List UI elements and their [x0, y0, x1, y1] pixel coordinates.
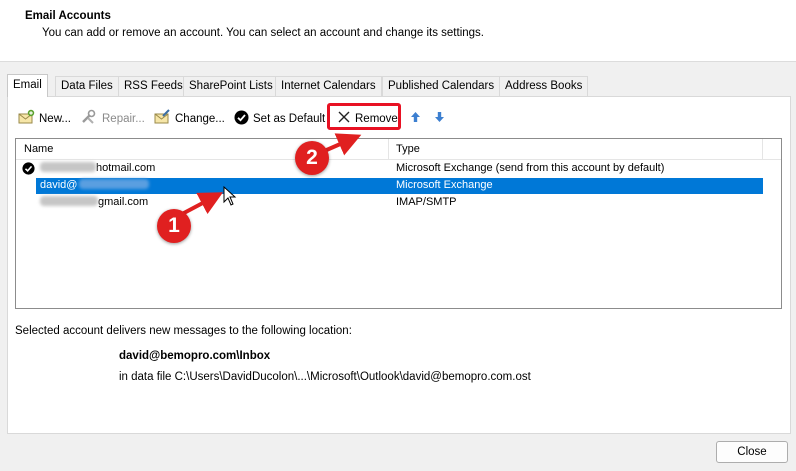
- delivery-folder: david@bemopro.com\Inbox: [119, 350, 271, 362]
- tab-sharepoint-lists[interactable]: SharePoint Lists: [183, 76, 279, 96]
- dialog-title: Email Accounts: [25, 10, 111, 22]
- tab-data-files[interactable]: Data Files: [55, 76, 119, 96]
- new-button[interactable]: New...: [17, 109, 71, 128]
- account-type: Microsoft Exchange: [396, 179, 493, 191]
- dialog-subtitle: You can add or remove an account. You ca…: [42, 27, 484, 39]
- tab-address-books[interactable]: Address Books: [499, 76, 589, 96]
- list-header: Name Type: [16, 139, 781, 160]
- account-name: gmail.com: [40, 196, 148, 208]
- remove-highlight-box: [327, 103, 401, 130]
- checkmark-circle-icon: [234, 110, 249, 128]
- set-as-default-button[interactable]: Set as Default: [234, 110, 325, 127]
- account-list[interactable]: Name Type hotmail.com Microsoft Exchange…: [15, 138, 782, 309]
- list-item[interactable]: hotmail.com Microsoft Exchange (send fro…: [16, 161, 764, 177]
- redacted-email-blur: [79, 179, 150, 189]
- dialog-header: Email Accounts You can add or remove an …: [0, 0, 796, 62]
- new-account-icon: [17, 109, 35, 128]
- close-button[interactable]: Close: [716, 441, 788, 463]
- column-divider[interactable]: [388, 139, 389, 159]
- change-account-icon: [153, 109, 171, 128]
- arrow-up-icon: [410, 111, 421, 126]
- column-header-type[interactable]: Type: [396, 143, 420, 155]
- list-item-selected[interactable]: david@ Microsoft Exchange: [36, 178, 763, 194]
- account-name: david@: [40, 179, 150, 191]
- delivery-data-file: in data file C:\Users\DavidDucolon\...\M…: [119, 371, 531, 383]
- step-badge-1: 1: [157, 209, 191, 243]
- step-badge-2: 2: [295, 141, 329, 175]
- column-divider[interactable]: [762, 139, 763, 159]
- repair-icon: [80, 109, 98, 128]
- repair-button[interactable]: Repair...: [80, 109, 145, 128]
- move-up-button[interactable]: [410, 110, 421, 127]
- change-button[interactable]: Change...: [153, 109, 225, 128]
- tab-email[interactable]: Email: [7, 74, 48, 97]
- tab-rss-feeds[interactable]: RSS Feeds: [118, 76, 189, 96]
- tab-published-calendars[interactable]: Published Calendars: [382, 76, 501, 96]
- change-button-label: Change...: [175, 112, 225, 125]
- repair-button-label: Repair...: [102, 112, 145, 125]
- column-header-name[interactable]: Name: [24, 143, 53, 155]
- redacted-email-blur: [40, 196, 98, 206]
- tab-internet-calendars[interactable]: Internet Calendars: [275, 76, 382, 96]
- account-type: Microsoft Exchange (send from this accou…: [396, 162, 665, 174]
- set-as-default-label: Set as Default: [253, 112, 326, 125]
- account-name: hotmail.com: [40, 162, 155, 174]
- arrow-down-icon: [434, 111, 445, 126]
- delivery-location-label: Selected account delivers new messages t…: [15, 325, 352, 337]
- redacted-email-blur: [40, 162, 96, 172]
- move-down-button[interactable]: [434, 110, 445, 127]
- default-account-checkmark-icon: [22, 162, 35, 178]
- new-button-label: New...: [39, 112, 71, 125]
- list-item[interactable]: gmail.com IMAP/SMTP: [16, 195, 764, 211]
- account-type: IMAP/SMTP: [396, 196, 457, 208]
